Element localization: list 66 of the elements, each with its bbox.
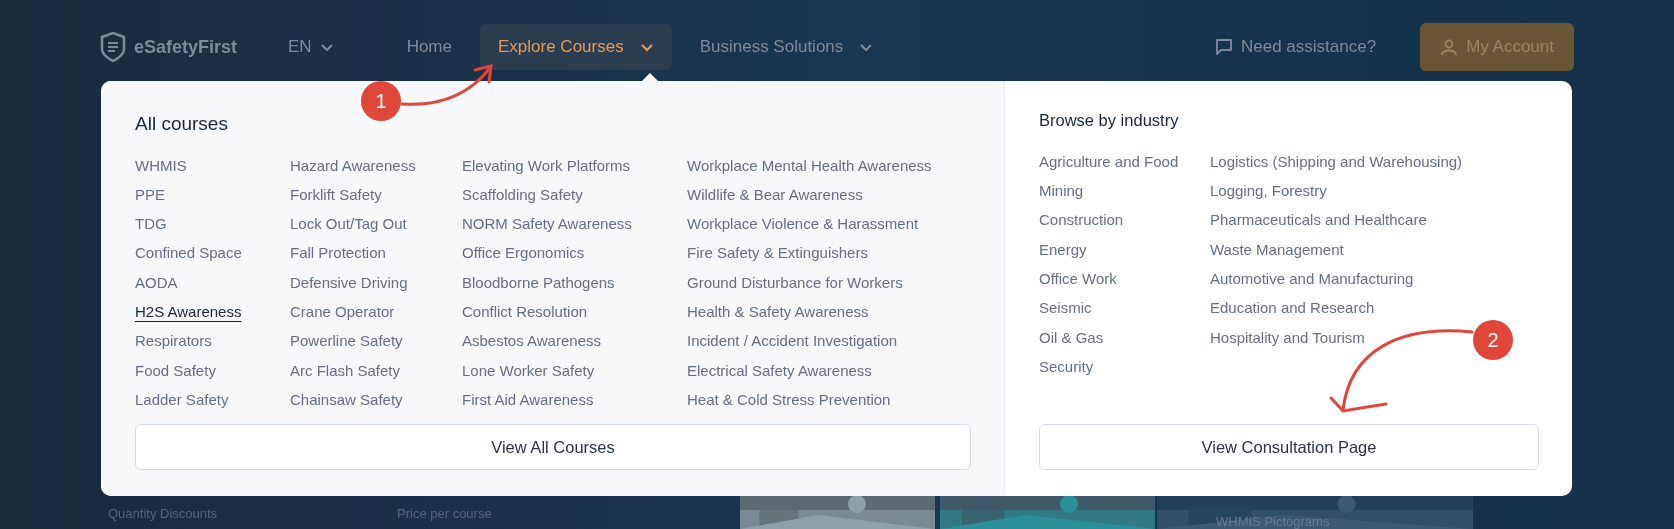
course-link[interactable]: TDG	[135, 209, 167, 239]
course-link[interactable]: Office Ergonomics	[462, 238, 585, 268]
industry-link[interactable]: Energy	[1039, 234, 1087, 264]
industry-link[interactable]: Construction	[1039, 205, 1124, 235]
course-link[interactable]: AODA	[135, 267, 178, 297]
course-link[interactable]: Powerline Safety	[290, 326, 403, 356]
brand-name[interactable]: eSafetyFirst	[134, 33, 238, 61]
course-link[interactable]: Lone Worker Safety	[462, 355, 595, 385]
course-link[interactable]: Defensive Driving	[290, 267, 408, 297]
course-link[interactable]: Health & Safety Awareness	[687, 297, 869, 327]
course-link[interactable]: Bloodborne Pathogens	[462, 267, 615, 297]
industry-link[interactable]: Seismic	[1039, 293, 1092, 323]
industry-link[interactable]: Logistics (Shipping and Warehousing)	[1210, 146, 1463, 177]
logo-icon	[100, 32, 126, 62]
industry-link[interactable]: Automotive and Manufacturing	[1210, 263, 1414, 294]
section-heading: All courses	[135, 112, 229, 136]
course-link[interactable]: Respirators	[135, 326, 212, 356]
nav-item[interactable]: Explore Courses	[480, 24, 672, 70]
background-text: Quantity Discounts	[108, 505, 218, 523]
industry-link[interactable]: Office Work	[1039, 263, 1117, 294]
industry-link[interactable]: Mining	[1039, 176, 1084, 206]
course-link[interactable]: WHMIS	[135, 150, 187, 180]
chat-bubble-icon	[1215, 38, 1233, 56]
language-dropdown[interactable]: EN	[270, 24, 352, 70]
course-link[interactable]: Food Safety	[135, 355, 216, 385]
consultation-button[interactable]: View Consultation Page	[1039, 424, 1539, 470]
view-all-courses-button[interactable]: View All Courses	[135, 424, 971, 470]
course-link[interactable]: H2S Awareness	[135, 297, 242, 327]
course-link[interactable]: NORM Safety Awareness	[462, 209, 632, 239]
course-link[interactable]: Fire Safety & Extinguishers	[687, 238, 868, 268]
industry-link[interactable]: Agriculture and Food	[1039, 146, 1179, 177]
course-link[interactable]: PPE	[135, 179, 165, 210]
course-link[interactable]: Hazard Awareness	[290, 150, 416, 180]
course-link[interactable]: Scaffolding Safety	[462, 179, 583, 210]
industry-link[interactable]: Security	[1039, 351, 1094, 382]
course-link[interactable]: First Aid Awareness	[462, 384, 594, 415]
industry-link[interactable]: Education and Research	[1210, 293, 1375, 323]
industry-link[interactable]: Oil & Gas	[1039, 322, 1104, 352]
course-link[interactable]: Elevating Work Platforms	[462, 150, 631, 180]
course-link[interactable]: Workplace Violence & Harassment	[687, 209, 919, 239]
course-link[interactable]: Heat & Cold Stress Prevention	[687, 384, 891, 415]
industry-link[interactable]: Waste Management	[1210, 234, 1344, 264]
course-link[interactable]: Workplace Mental Health Awareness	[687, 150, 932, 180]
course-link[interactable]: Conflict Resolution	[462, 297, 588, 327]
help-link[interactable]: Need assistance?	[1197, 24, 1395, 70]
section-heading: Browse by industry	[1039, 110, 1180, 131]
course-link[interactable]: Ladder Safety	[135, 384, 229, 415]
course-link[interactable]: Forklift Safety	[290, 179, 382, 210]
course-link[interactable]: Confined Space	[135, 238, 242, 268]
course-link[interactable]: Fall Protection	[290, 238, 386, 268]
industry-link[interactable]: Pharmaceuticals and Healthcare	[1210, 205, 1427, 235]
nav-item[interactable]: Business Solutions	[681, 24, 892, 70]
course-link[interactable]: Chainsaw Safety	[290, 384, 403, 415]
background-text: Price per course	[397, 505, 492, 523]
course-link[interactable]: Ground Disturbance for Workers	[687, 267, 903, 297]
course-link[interactable]: Crane Operator	[290, 297, 395, 327]
course-link[interactable]: Arc Flash Safety	[290, 355, 401, 385]
course-link[interactable]: Wildlife & Bear Awareness	[687, 179, 863, 210]
user-icon	[1440, 38, 1459, 56]
course-link[interactable]: Lock Out/Tag Out	[290, 209, 407, 239]
course-link[interactable]: Incident / Accident Investigation	[687, 326, 898, 356]
course-link[interactable]: Electrical Safety Awareness	[687, 355, 872, 385]
course-link[interactable]: Asbestos Awareness	[462, 326, 601, 356]
industry-link[interactable]: Logging, Forestry	[1210, 176, 1327, 206]
industry-link[interactable]: Hospitality and Tourism	[1210, 322, 1365, 352]
nav-item[interactable]: Home	[388, 24, 470, 70]
